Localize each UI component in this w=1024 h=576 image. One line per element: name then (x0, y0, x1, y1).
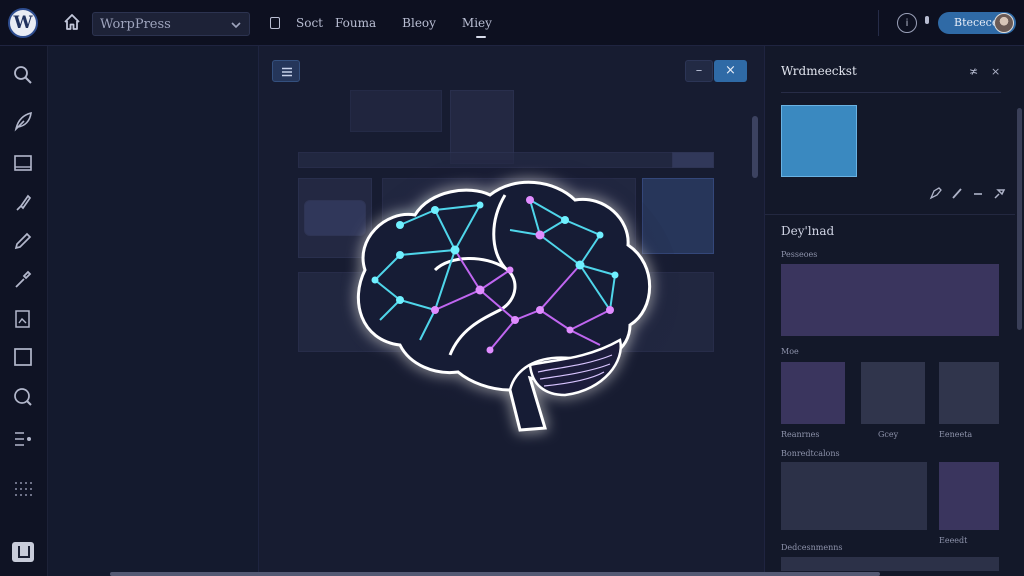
brush-icon[interactable] (12, 192, 34, 214)
field-label: Pesseoes (781, 250, 818, 259)
avatar (994, 13, 1014, 33)
ghost-block (350, 90, 442, 132)
tile-label-4: Eeeedt (939, 536, 968, 545)
panel-divider (765, 214, 1015, 215)
panel-scrollbar[interactable] (1017, 108, 1022, 330)
panel-divider (781, 92, 1001, 93)
help-button[interactable]: i (897, 13, 917, 33)
close-button[interactable]: × (714, 60, 747, 82)
nav-item-4[interactable]: Miey (462, 16, 492, 38)
feather-icon[interactable] (12, 110, 34, 132)
canvas-left-column (48, 46, 258, 576)
minimize-button[interactable]: – (685, 60, 713, 82)
option-tile-4[interactable] (781, 462, 927, 530)
nav-item-2[interactable]: Fouma (335, 16, 376, 30)
media-icon[interactable] (12, 152, 34, 174)
page-icon[interactable] (270, 17, 280, 29)
left-sidebar (0, 46, 48, 576)
nav-item-1[interactable]: Soct (296, 16, 323, 30)
option-tile-5[interactable] (939, 462, 999, 530)
site-select[interactable]: WorpPress (92, 12, 250, 36)
option-tile-3[interactable] (939, 362, 999, 424)
dropper-icon[interactable] (12, 268, 34, 290)
collapse-menu-icon[interactable] (12, 542, 34, 562)
top-nav: Soct Fouma Bleoy Miey (270, 0, 518, 46)
field-label: Dedcesnmenns (781, 543, 843, 552)
list-settings-icon[interactable] (12, 428, 34, 450)
toolbar-divider (878, 10, 879, 36)
minus-icon[interactable] (971, 186, 985, 200)
horizontal-scrollbar[interactable] (110, 572, 880, 576)
site-select-label: WorpPress (100, 17, 171, 32)
paint-icon[interactable] (929, 186, 943, 200)
pen-icon[interactable] (950, 186, 964, 200)
option-strip[interactable] (781, 557, 999, 571)
search-icon[interactable] (12, 64, 34, 86)
field-label: Bonredtcalons (781, 449, 840, 458)
home-icon[interactable] (62, 12, 82, 32)
top-bar: W WorpPress Soct Fouma Bleoy Miey i Btec… (0, 0, 1024, 46)
panel-tools (929, 186, 1006, 200)
mic-icon[interactable] (924, 16, 930, 28)
wordpress-logo-icon[interactable]: W (8, 8, 38, 38)
tile-label-3: Eeneeta (939, 430, 973, 439)
neon-brain-illustration (340, 160, 680, 432)
panel-close-button[interactable]: × (991, 65, 1000, 78)
tile-label-1: Reanrnes (781, 430, 820, 439)
settings-panel: Wrdmeeckst ≭ × Dey'lnad Pesseoes Moe Rea… (764, 46, 1024, 576)
profile-button[interactable]: Btecece (938, 12, 1016, 34)
tile-label-2: Gcey (878, 430, 899, 439)
profile-button-label: Btecece (954, 16, 999, 29)
panel-title: Wrdmeeckst (781, 64, 857, 78)
preview-box[interactable] (781, 264, 999, 336)
color-swatch[interactable] (781, 105, 857, 177)
option-tile-1[interactable] (781, 362, 845, 424)
square-icon[interactable] (12, 346, 34, 368)
grid-dots-icon[interactable] (12, 478, 34, 500)
list-view-button[interactable] (272, 60, 300, 82)
image-edit-icon[interactable] (12, 308, 34, 330)
nav-item-3[interactable]: Bleoy (402, 16, 436, 30)
chevron-down-icon (231, 22, 241, 29)
canvas-scrollbar[interactable] (752, 116, 758, 178)
list-icon (282, 67, 292, 77)
section-heading: Dey'lnad (781, 224, 835, 238)
zoom-icon[interactable] (12, 386, 34, 408)
pin-icon[interactable] (992, 186, 1006, 200)
editor-window: W WorpPress Soct Fouma Bleoy Miey i Btec… (0, 0, 1024, 576)
field-label: Moe (781, 347, 799, 356)
option-tile-2[interactable] (861, 362, 925, 424)
panel-pin-button[interactable]: ≭ (969, 65, 978, 78)
pencil-icon[interactable] (12, 230, 34, 252)
